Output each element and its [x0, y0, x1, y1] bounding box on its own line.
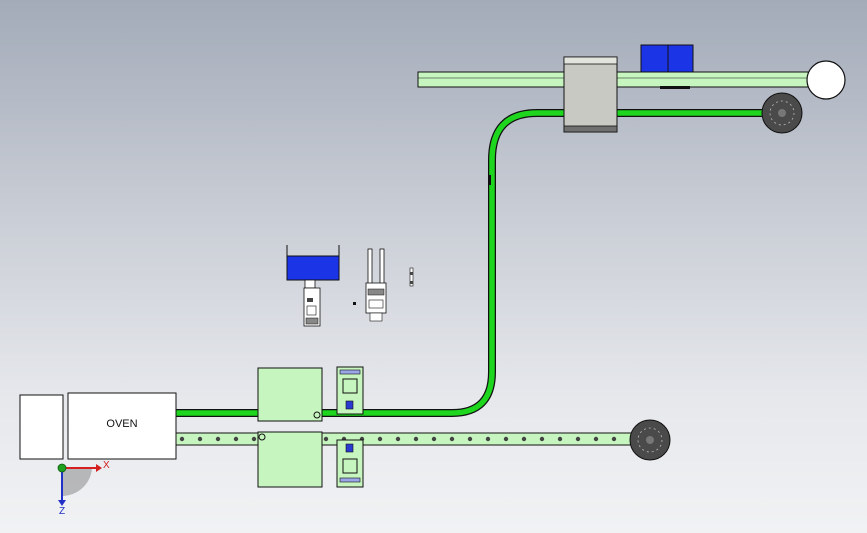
- chain-link: [467, 436, 473, 442]
- blue-tank[interactable]: [286, 245, 340, 281]
- top-pulley-icon[interactable]: [806, 60, 846, 100]
- wheel-icon[interactable]: [761, 92, 803, 134]
- bottom-wheel-icon[interactable]: [629, 419, 671, 461]
- chain-link: [593, 436, 599, 442]
- chain-link: [575, 436, 581, 442]
- chain-link: [413, 436, 419, 442]
- station-lower[interactable]: [257, 431, 323, 488]
- conveyor-layout-drawing: OVEN X Z: [19, 44, 846, 517]
- rail-support: [660, 86, 690, 89]
- gripper-right[interactable]: [365, 248, 387, 322]
- top-conveyor[interactable]: [417, 44, 846, 100]
- chain-link: [197, 436, 203, 442]
- grey-housing[interactable]: [563, 56, 618, 133]
- chain-link: [431, 436, 437, 442]
- dispenser-left[interactable]: [303, 279, 321, 327]
- tiny-fitting[interactable]: [409, 267, 414, 287]
- chain-link: [251, 436, 257, 442]
- chain-link: [179, 436, 185, 442]
- triad-icon: X Z: [57, 460, 110, 517]
- chain-link: [503, 436, 509, 442]
- chain-link: [323, 436, 329, 442]
- oven-unit[interactable]: OVEN: [19, 392, 177, 460]
- oven-side-panel: [19, 394, 64, 460]
- chain-link: [233, 436, 239, 442]
- blue-block-right[interactable]: [667, 44, 694, 73]
- station-upper[interactable]: [257, 367, 323, 422]
- chain-link: [215, 436, 221, 442]
- small-part-dot[interactable]: [353, 302, 356, 305]
- bottom-conveyor[interactable]: [175, 432, 645, 446]
- chain-link: [521, 436, 527, 442]
- cad-viewport[interactable]: OVEN X Z: [0, 0, 867, 533]
- chain-link: [557, 436, 563, 442]
- bottom-rail: [175, 432, 645, 446]
- sensor-panel-lower[interactable]: [336, 439, 364, 488]
- sensor-panel-upper[interactable]: [336, 366, 364, 415]
- chain-link: [395, 436, 401, 442]
- chain-link: [539, 436, 545, 442]
- axis-x-label: X: [103, 460, 110, 471]
- chain-link: [611, 436, 617, 442]
- chain-link: [377, 436, 383, 442]
- chain-link: [449, 436, 455, 442]
- oven-label: OVEN: [106, 418, 137, 430]
- blue-block-left[interactable]: [640, 44, 669, 73]
- axis-z-label: Z: [59, 506, 65, 517]
- chain-link: [485, 436, 491, 442]
